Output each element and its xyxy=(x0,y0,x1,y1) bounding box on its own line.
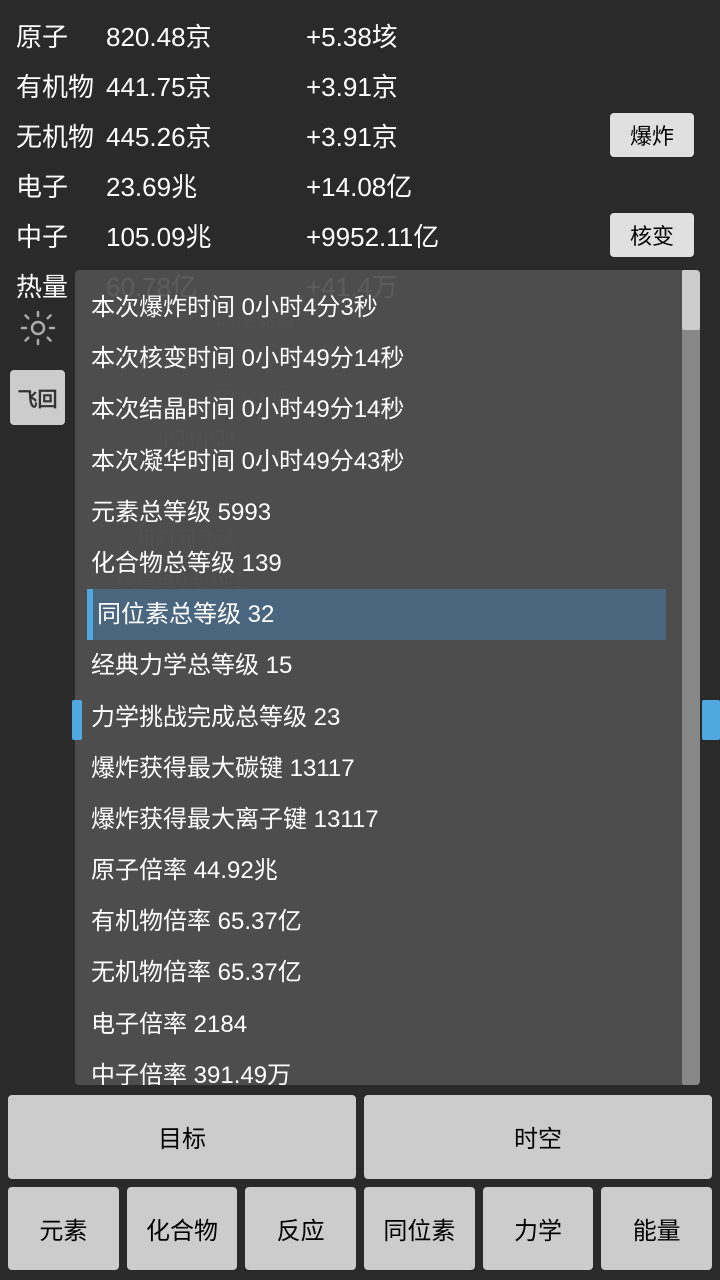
fly-back-button[interactable]: 飞回 xyxy=(10,370,65,425)
stat-value-inorganic: 445.26京 xyxy=(106,117,306,154)
overlay-stat-item: 本次凝华时间 0小时49分43秒 xyxy=(91,436,666,487)
nav-element-button[interactable]: 元素 xyxy=(8,1187,119,1271)
stat-value-electron: 23.69兆 xyxy=(106,167,306,204)
overlay-stat-item: 本次爆炸时间 0小时4分3秒 xyxy=(91,282,666,333)
nav-compound-button[interactable]: 化合物 xyxy=(127,1187,238,1271)
nav-mechanics-button[interactable]: 力学 xyxy=(483,1187,594,1271)
stat-row-electron: 电子 23.69兆 +14.08亿 xyxy=(16,160,704,210)
right-highlight-bar xyxy=(702,700,720,740)
nav-energy-button[interactable]: 能量 xyxy=(601,1187,712,1271)
nav-row-2: 元素 化合物 反应 同位素 力学 能量 xyxy=(8,1187,712,1271)
overlay-stat-item: 同位素总等级 32 xyxy=(87,589,666,640)
overlay-stat-item: 中子倍率 391.49万 xyxy=(91,1050,666,1085)
stat-value-organic: 441.75京 xyxy=(106,67,306,104)
nav-reaction-button[interactable]: 反应 xyxy=(245,1187,356,1271)
stat-delta-electron: +14.08亿 xyxy=(306,167,412,204)
scrollbar-thumb[interactable] xyxy=(682,270,700,330)
stat-name-neutron: 中子 xyxy=(16,217,106,254)
explode-button[interactable]: 爆炸 xyxy=(610,113,694,157)
overlay-content[interactable]: 本次爆炸时间 0小时4分3秒本次核变时间 0小时49分14秒本次结晶时间 0小时… xyxy=(75,270,682,1085)
overlay-stat-item: 电子倍率 2184 xyxy=(91,999,666,1050)
stat-row-organic: 有机物 441.75京 +3.91京 xyxy=(16,60,704,110)
nav-row-1: 目标 时空 xyxy=(8,1095,712,1179)
overlay-panel[interactable]: 本次爆炸时间 0小时4分3秒本次核变时间 0小时49分14秒本次结晶时间 0小时… xyxy=(75,270,700,1085)
nav-isotope-button[interactable]: 同位素 xyxy=(364,1187,475,1271)
stat-delta-inorganic: +3.91京 xyxy=(306,117,398,154)
stat-name-electron: 电子 xyxy=(16,167,106,204)
nav-spacetime-button[interactable]: 时空 xyxy=(364,1095,712,1179)
nav-target-button[interactable]: 目标 xyxy=(8,1095,356,1179)
overlay-stat-item: 本次核变时间 0小时49分14秒 xyxy=(91,333,666,384)
scrollbar-track[interactable] xyxy=(682,270,700,1085)
nuclear-button[interactable]: 核变 xyxy=(610,213,694,257)
stat-value-atom: 820.48京 xyxy=(106,17,306,54)
bottom-nav: 目标 时空 元素 化合物 反应 同位素 力学 能量 xyxy=(0,1085,720,1280)
overlay-stat-item: 元素总等级 5993 xyxy=(91,487,666,538)
overlay-stat-item: 无机物倍率 65.37亿 xyxy=(91,947,666,998)
overlay-stat-item: 化合物总等级 139 xyxy=(91,538,666,589)
overlay-stat-item: 爆炸获得最大离子键 13117 xyxy=(91,794,666,845)
stat-row-neutron: 中子 105.09兆 +9952.11亿 核变 xyxy=(16,210,704,260)
stat-name-inorganic: 无机物 xyxy=(16,117,106,154)
stat-delta-neutron: +9952.11亿 xyxy=(306,217,439,254)
overlay-stat-item: 力学挑战完成总等级 23 xyxy=(91,692,666,743)
left-highlight-bar xyxy=(72,700,82,740)
stat-row-atom: 原子 820.48京 +5.38垓 xyxy=(16,10,704,60)
stat-value-neutron: 105.09兆 xyxy=(106,217,306,254)
stat-delta-atom: +5.38垓 xyxy=(306,17,398,54)
stat-name-atom: 原子 xyxy=(16,17,106,54)
overlay-stat-item: 经典力学总等级 15 xyxy=(91,640,666,691)
stat-delta-organic: +3.91京 xyxy=(306,67,398,104)
overlay-stat-item: 爆炸获得最大碳键 13117 xyxy=(91,743,666,794)
overlay-stat-item: 本次结晶时间 0小时49分14秒 xyxy=(91,384,666,435)
gear-icon[interactable] xyxy=(10,300,65,355)
overlay-stat-item: 原子倍率 44.92兆 xyxy=(91,845,666,896)
stat-row-inorganic: 无机物 445.26京 +3.91京 爆炸 xyxy=(16,110,704,160)
overlay-stat-item: 有机物倍率 65.37亿 xyxy=(91,896,666,947)
stat-name-organic: 有机物 xyxy=(16,67,106,104)
